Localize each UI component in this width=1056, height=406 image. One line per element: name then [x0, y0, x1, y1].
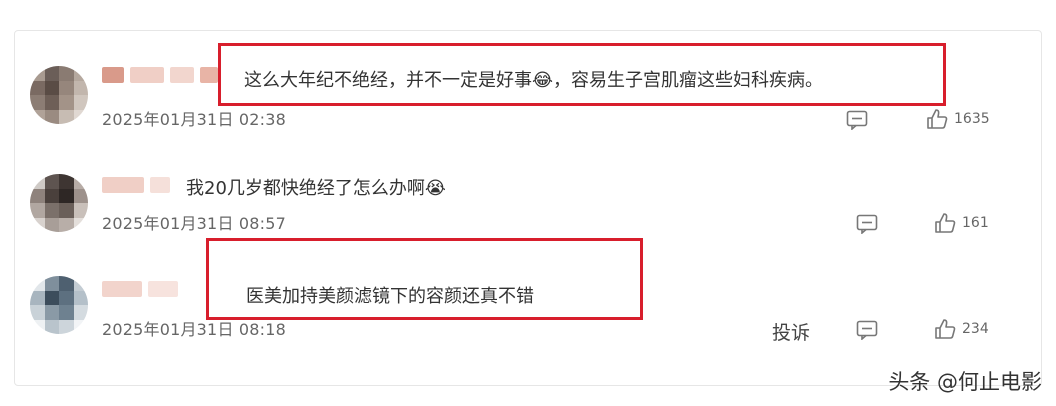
- like-count: 161: [962, 215, 989, 231]
- avatar[interactable]: [30, 276, 88, 334]
- avatar[interactable]: [30, 66, 88, 124]
- reply-button[interactable]: [856, 214, 878, 234]
- comment-bubble-icon: [856, 320, 878, 340]
- comment-timestamp: 2025年01月31日 02:38: [102, 110, 287, 129]
- avatar[interactable]: [30, 174, 88, 232]
- comment-bubble-icon: [856, 214, 878, 234]
- comment-timestamp: 2025年01月31日 08:57: [102, 214, 287, 233]
- like-count: 234: [962, 321, 989, 337]
- reply-button[interactable]: [856, 320, 878, 340]
- watermark: 头条 @何止电影: [888, 370, 1042, 394]
- highlight-box: [206, 238, 643, 320]
- highlight-box: [218, 43, 946, 106]
- thumbs-up-icon: [935, 213, 956, 233]
- username-blurred[interactable]: [102, 174, 170, 196]
- username-blurred[interactable]: [102, 64, 218, 86]
- thumbs-up-icon: [927, 109, 948, 129]
- comment-bubble-icon: [846, 110, 868, 130]
- like-button[interactable]: 1635: [926, 108, 990, 130]
- username-blurred[interactable]: [102, 278, 178, 300]
- like-button[interactable]: 234: [934, 318, 989, 340]
- comment-text: 我20几岁都快绝经了怎么办啊😭: [186, 178, 446, 199]
- like-button[interactable]: 161: [934, 212, 989, 234]
- like-count: 1635: [954, 111, 990, 127]
- report-button[interactable]: 投诉: [772, 318, 810, 345]
- reply-button[interactable]: [846, 110, 868, 130]
- thumbs-up-icon: [935, 319, 956, 339]
